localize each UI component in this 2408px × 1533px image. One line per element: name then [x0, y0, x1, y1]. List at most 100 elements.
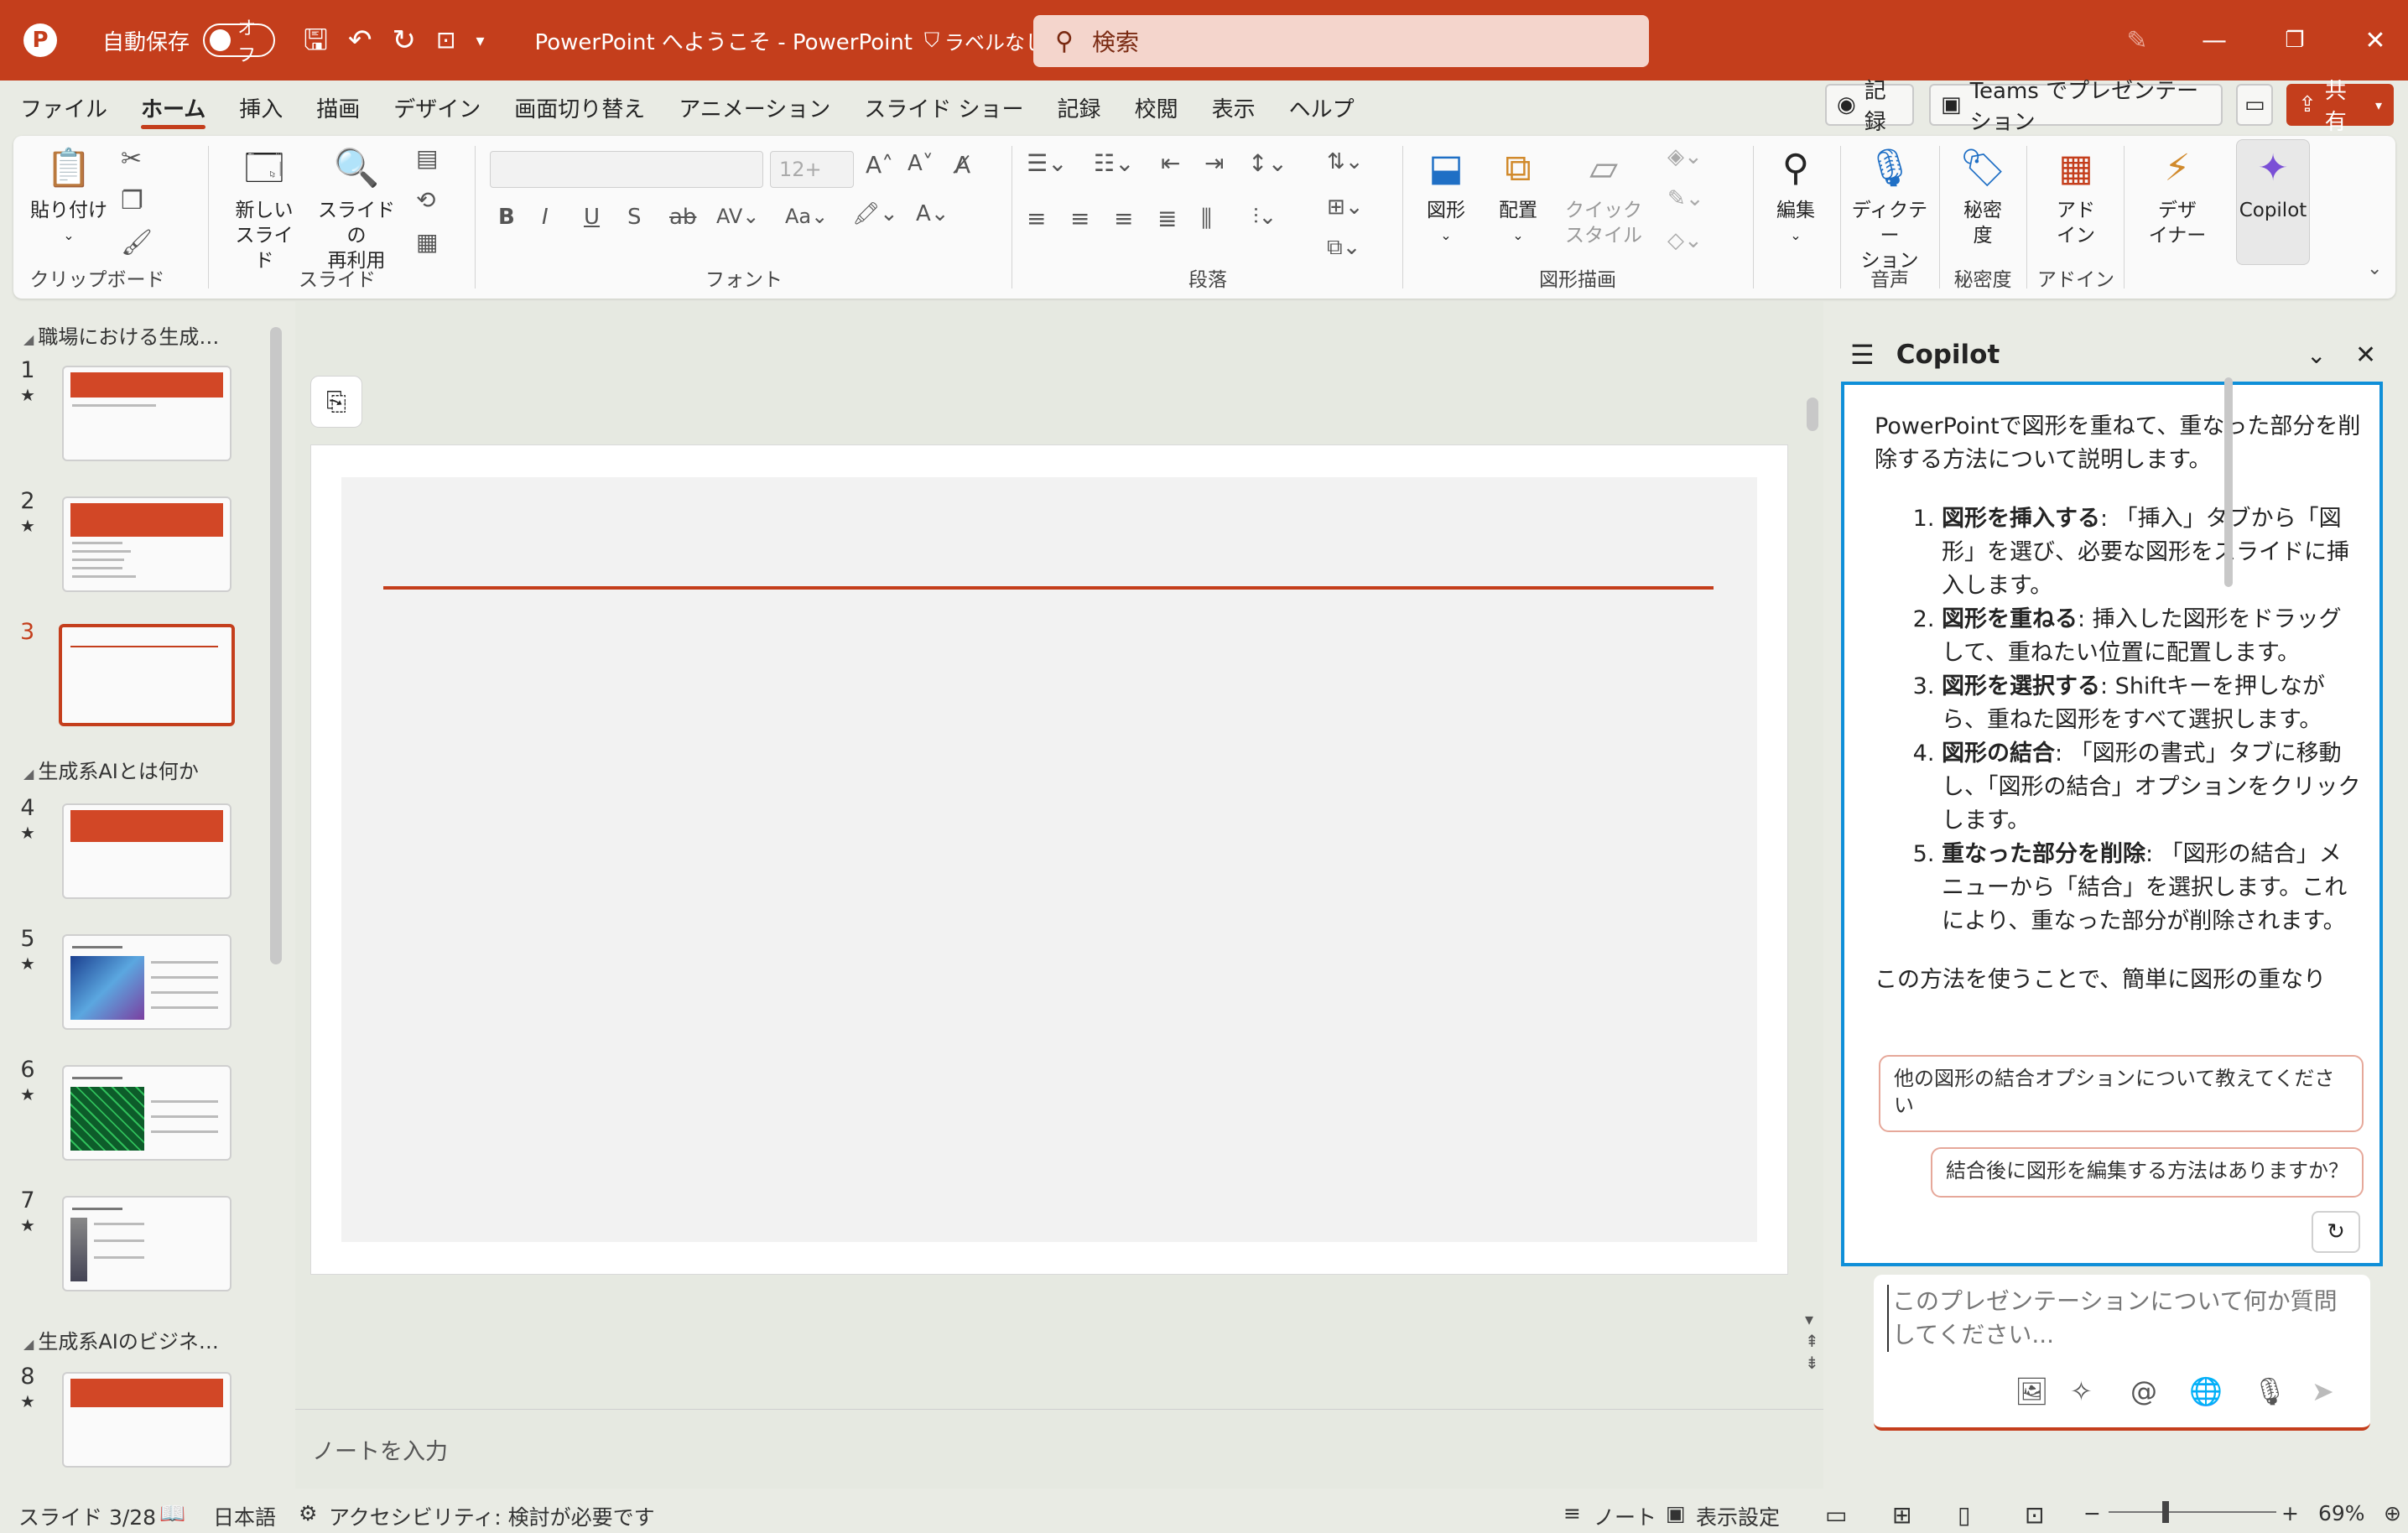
zoom-in-icon[interactable]: +	[2281, 1501, 2299, 1525]
font-color-icon[interactable]: A⌄	[916, 201, 949, 226]
new-slide-button[interactable]: 🗔 新しい スライド	[226, 144, 302, 273]
numbering-icon[interactable]: ☷⌄	[1094, 149, 1135, 177]
ribbon-collapse-icon[interactable]: ⌄	[2367, 258, 2382, 279]
reading-view-icon[interactable]: ▯	[1958, 1501, 1970, 1529]
sensitivity-button[interactable]: 🏷 秘密 度	[1949, 144, 2016, 248]
customize-qat-icon[interactable]: ▾	[476, 32, 484, 49]
columns-icon[interactable]: ⫶⌄	[1253, 205, 1277, 231]
refresh-icon[interactable]: ↻	[2312, 1211, 2360, 1253]
close-icon[interactable]: ✕	[2335, 0, 2408, 81]
suggestion-chip[interactable]: 他の図形の結合オプションについて教えてください	[1879, 1055, 2364, 1132]
zoom-slider[interactable]	[2109, 1511, 2276, 1513]
teams-present-button[interactable]: ▣ Teams でプレゼンテーション	[1929, 79, 2223, 135]
italic-icon[interactable]: I	[542, 205, 549, 230]
quick-styles-button[interactable]: ▱ クイック スタイル	[1560, 144, 1647, 248]
language-indicator[interactable]: 日本語	[213, 1501, 276, 1531]
align-right-icon[interactable]: ≡	[1114, 205, 1133, 232]
display-settings[interactable]: 表示設定	[1696, 1501, 1780, 1531]
slide-sorter-icon[interactable]: ⊞	[1892, 1501, 1911, 1529]
font-size-box[interactable]: 12+	[770, 151, 854, 188]
shape-outline-icon[interactable]: ✎⌄	[1667, 186, 1704, 211]
close-pane-icon[interactable]: ✕	[2355, 340, 2376, 370]
display-settings-icon[interactable]: ▣	[1666, 1501, 1686, 1525]
addins-button[interactable]: ▦ アド イン	[2038, 144, 2114, 248]
editor-scrollbar[interactable]	[1807, 398, 1818, 431]
share-button[interactable]: ⇪ 共有 ▾	[2286, 79, 2394, 135]
align-center-icon[interactable]: ≡	[1070, 205, 1090, 232]
chat-scrollbar[interactable]	[2224, 377, 2233, 587]
notes-toggle[interactable]: ノート	[1594, 1501, 1656, 1531]
suggestion-chip[interactable]: 結合後に図形を編集する方法はありますか？	[1931, 1147, 2364, 1198]
notes-icon[interactable]: ≡	[1563, 1501, 1581, 1525]
reset-icon[interactable]: ⟲	[416, 186, 435, 214]
copilot-inline-icon[interactable]: ⎘	[310, 376, 362, 428]
add-image-icon[interactable]: 🖼	[2015, 1375, 2049, 1407]
comments-button[interactable]: ▭	[2236, 84, 2273, 126]
normal-view-icon[interactable]: ▭	[1825, 1501, 1847, 1529]
arrange-button[interactable]: ⧉ 配置 ⌄	[1485, 144, 1552, 248]
slide-thumbnail-1[interactable]	[62, 366, 231, 461]
notes-pane[interactable]: ノートを入力	[295, 1409, 1823, 1489]
slideshow-icon[interactable]: ⊡	[2025, 1501, 2044, 1529]
chevron-down-icon[interactable]: ⌄	[2307, 341, 2326, 369]
web-icon[interactable]: 🌐	[2189, 1375, 2223, 1407]
copilot-composer[interactable]: このプレゼンテーションについて何か質問してください... 🖼 ✧ @ 🌐 🎙 ➤	[1874, 1275, 2370, 1431]
slide-thumbnail-3[interactable]	[59, 624, 235, 726]
shapes-button[interactable]: ⬓ 図形 ⌄	[1412, 144, 1480, 248]
tab-home[interactable]: ホーム	[124, 81, 222, 134]
tab-design[interactable]: デザイン	[377, 81, 497, 134]
shrink-font-icon[interactable]: A˅	[908, 151, 934, 176]
reuse-slides-button[interactable]: 🔍 スライドの 再利用	[310, 144, 403, 273]
align-left-icon[interactable]: ≡	[1027, 205, 1046, 232]
designer-button[interactable]: ⚡ デザ イナー	[2135, 144, 2219, 248]
slide-thumbnail-2[interactable]	[62, 496, 231, 592]
shape-effects-icon[interactable]: ◇⌄	[1667, 228, 1703, 253]
slide-thumbnail-8[interactable]	[62, 1372, 231, 1468]
tab-slideshow[interactable]: スライド ショー	[847, 81, 1040, 134]
pen-icon[interactable]: ✎	[2097, 0, 2177, 81]
section-header[interactable]: 生成系AIとは何か	[23, 755, 199, 784]
bold-icon[interactable]: B	[498, 205, 515, 230]
send-icon[interactable]: ➤	[2312, 1375, 2334, 1407]
tab-view[interactable]: 表示	[1195, 81, 1272, 134]
sensitivity-label[interactable]: ⛉ ラベルなし	[924, 26, 1045, 55]
minimize-icon[interactable]: —	[2174, 0, 2255, 81]
spellcheck-icon[interactable]: 📖	[159, 1501, 185, 1526]
change-case-icon[interactable]: Aa⌄	[785, 205, 828, 228]
zoom-slider-thumb[interactable]	[2162, 1501, 2169, 1523]
slide-thumbnail-7[interactable]	[62, 1196, 231, 1291]
scroll-arrows[interactable]: ▾ ⇞ ⇟	[1805, 1308, 1819, 1374]
section-header[interactable]: 生成系AIのビジネ…	[23, 1325, 219, 1354]
section-header[interactable]: 職場における生成…	[23, 320, 219, 350]
slide-thumbnail-5[interactable]	[62, 934, 231, 1030]
decrease-indent-icon[interactable]: ⇤	[1161, 149, 1180, 177]
present-icon[interactable]: ⊡	[436, 29, 455, 52]
highlight-icon[interactable]: 🖍⌄	[852, 201, 898, 226]
cut-icon[interactable]: ✂	[121, 144, 142, 174]
accessibility-icon[interactable]: ⚙	[299, 1501, 317, 1525]
search-box[interactable]: ⚲ 検索	[1033, 15, 1649, 67]
tab-draw[interactable]: 描画	[299, 81, 377, 134]
tab-animations[interactable]: アニメーション	[662, 81, 847, 134]
char-spacing-icon[interactable]: AV⌄	[716, 205, 759, 228]
maximize-icon[interactable]: ❐	[2255, 0, 2335, 81]
dictate-button[interactable]: 🎙 ディクテー ション	[1847, 144, 1932, 273]
tab-record[interactable]: 記録	[1041, 81, 1118, 134]
menu-icon[interactable]: ☰	[1850, 339, 1875, 371]
underline-icon[interactable]: U	[584, 205, 600, 230]
clear-format-icon[interactable]: A̸	[954, 151, 970, 179]
grow-font-icon[interactable]: A˄	[866, 151, 893, 179]
section-icon[interactable]: ▦	[416, 228, 438, 256]
slide-thumbnail-6[interactable]	[62, 1065, 231, 1161]
font-name-box[interactable]	[490, 151, 763, 188]
redo-icon[interactable]: ↻	[392, 26, 416, 55]
microphone-icon[interactable]: 🎙	[2253, 1375, 2287, 1407]
mention-icon[interactable]: @	[2130, 1375, 2157, 1407]
zoom-out-icon[interactable]: −	[2083, 1501, 2101, 1525]
layout-icon[interactable]: ▤	[416, 144, 438, 172]
prompt-guide-icon[interactable]: ✧	[2070, 1375, 2093, 1407]
text-direction-icon[interactable]: ⇅⌄	[1327, 149, 1364, 174]
editing-button[interactable]: ⚲ 編集 ⌄	[1758, 144, 1833, 248]
align-text-icon[interactable]: ⊞⌄	[1327, 195, 1364, 220]
shadow-icon[interactable]: S	[627, 205, 642, 230]
